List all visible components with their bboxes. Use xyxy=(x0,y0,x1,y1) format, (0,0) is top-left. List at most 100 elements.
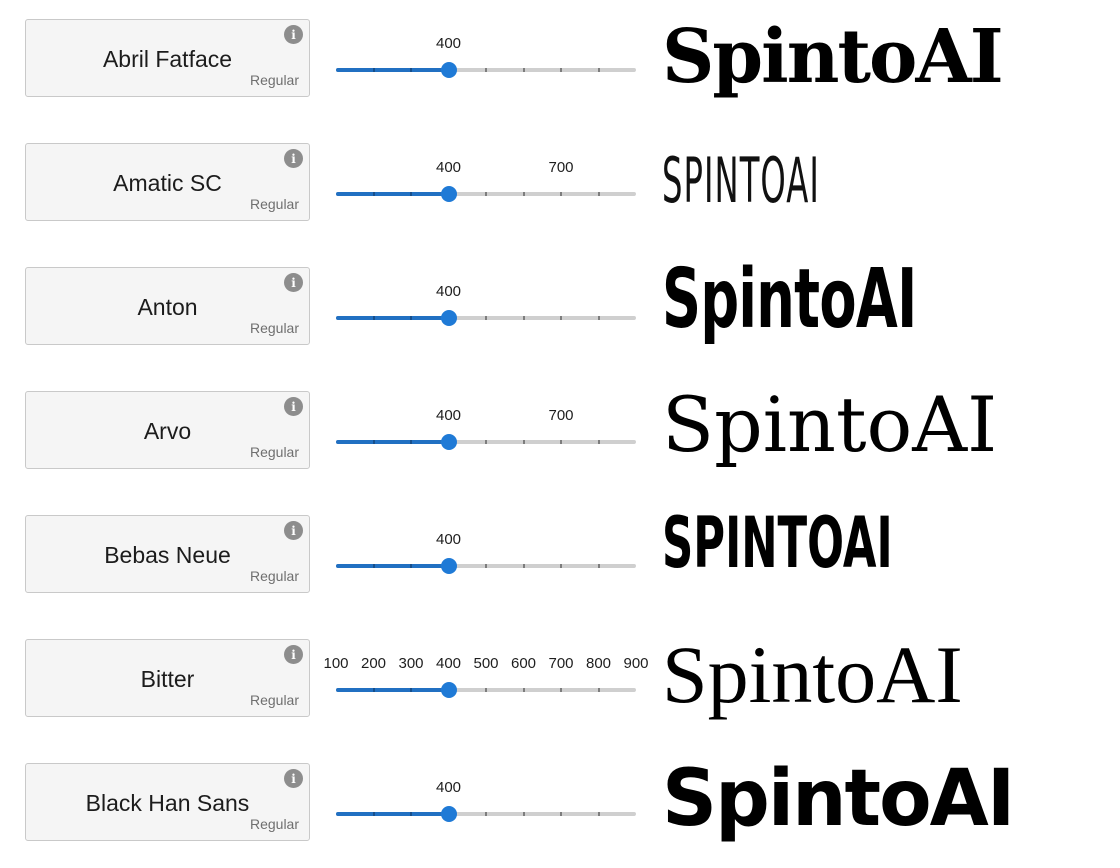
slider-tick xyxy=(410,688,412,692)
slider-track-fill xyxy=(336,192,449,196)
slider-track-fill xyxy=(336,440,449,444)
font-style-label: Regular xyxy=(249,568,299,584)
info-glyph: i xyxy=(291,151,296,166)
font-card[interactable]: i Abril Fatface Regular xyxy=(25,19,310,97)
weight-tick-label: 100 xyxy=(323,655,349,672)
slider-tick xyxy=(410,440,412,444)
slider-tick xyxy=(522,192,525,196)
font-name: Black Han Sans xyxy=(85,790,250,816)
info-glyph: i xyxy=(291,399,296,414)
font-card[interactable]: i Arvo Regular xyxy=(25,391,310,469)
font-style-label: Regular xyxy=(249,692,299,708)
info-glyph: i xyxy=(291,275,296,290)
font-style-label: Regular xyxy=(249,320,299,336)
slider-tick xyxy=(560,812,562,816)
slider-thumb[interactable] xyxy=(440,682,457,698)
weight-slider[interactable]: 400 xyxy=(336,531,636,581)
slider-tick xyxy=(485,812,487,816)
slider-thumb[interactable] xyxy=(440,310,457,326)
font-card[interactable]: i Amatic SC Regular xyxy=(25,143,310,221)
slider-thumb[interactable] xyxy=(440,62,457,78)
info-icon[interactable]: i xyxy=(284,769,303,788)
slider-tick xyxy=(597,440,600,444)
slider-tick xyxy=(372,316,375,320)
font-style-label: Regular xyxy=(249,444,299,460)
slider-tick xyxy=(522,688,525,692)
weight-tick-label: 800 xyxy=(585,655,612,672)
slider-tick xyxy=(560,564,562,568)
slider-tick xyxy=(522,564,525,568)
font-name: Bitter xyxy=(140,666,195,692)
slider-tick xyxy=(485,68,487,72)
weight-slider[interactable]: 400 700 xyxy=(336,159,636,209)
info-icon[interactable]: i xyxy=(284,397,303,416)
weight-tick-label: 400 xyxy=(435,35,462,52)
info-icon[interactable]: i xyxy=(284,645,303,664)
font-name: Abril Fatface xyxy=(102,46,233,72)
slider-thumb[interactable] xyxy=(440,434,457,450)
slider-track-fill xyxy=(336,316,449,320)
slider-tick xyxy=(372,812,375,816)
font-card[interactable]: i Anton Regular xyxy=(25,267,310,345)
weight-slider[interactable]: 100 200 300 400 500 600 700 800 900 xyxy=(323,655,649,705)
slider-tick xyxy=(560,316,562,320)
slider-tick xyxy=(522,440,525,444)
weight-tick-label: 600 xyxy=(510,655,537,672)
font-card[interactable]: i Black Han Sans Regular xyxy=(25,763,310,841)
info-icon[interactable]: i xyxy=(284,149,303,168)
slider-tick xyxy=(522,68,525,72)
slider-thumb[interactable] xyxy=(440,558,457,574)
weight-tick-label: 500 xyxy=(473,655,499,672)
info-icon[interactable]: i xyxy=(284,273,303,292)
weight-slider[interactable]: 400 xyxy=(336,283,636,333)
weight-tick-label: 400 xyxy=(435,779,462,796)
slider-tick xyxy=(560,68,562,72)
weight-slider[interactable]: 400 xyxy=(336,779,636,829)
font-style-label: Regular xyxy=(249,196,299,212)
weight-slider[interactable]: 400 xyxy=(336,35,636,85)
info-icon[interactable]: i xyxy=(284,25,303,44)
slider-tick xyxy=(485,688,487,692)
slider-tick xyxy=(410,812,412,816)
weight-tick-label: 700 xyxy=(548,407,574,424)
slider-tick xyxy=(560,440,562,444)
font-preview-text: SPINTOAI xyxy=(662,502,893,584)
weight-tick-label: 300 xyxy=(398,655,424,672)
font-card[interactable]: i Bebas Neue Regular xyxy=(25,515,310,593)
slider-tick xyxy=(485,316,487,320)
slider-track-fill xyxy=(336,68,449,72)
weight-tick-label: 400 xyxy=(435,159,462,176)
font-style-label: Regular xyxy=(249,816,299,832)
info-glyph: i xyxy=(291,771,296,786)
slider-tick xyxy=(372,192,375,196)
font-preview-text: SpintoAI xyxy=(662,629,963,720)
slider-tick xyxy=(597,316,600,320)
font-card[interactable]: i Bitter Regular xyxy=(25,639,310,717)
slider-tick xyxy=(410,316,412,320)
weight-tick-label: 400 xyxy=(435,531,462,548)
font-row: i Bitter Regular 100 200 300 400 500 600 700 800 90… xyxy=(0,620,1120,744)
slider-thumb[interactable] xyxy=(440,806,457,822)
font-preview-text: SpintoAI xyxy=(662,380,998,469)
info-glyph: i xyxy=(291,647,296,662)
slider-tick xyxy=(485,440,487,444)
font-row: i Black Han Sans Regular 400 SpintoAI xyxy=(0,744,1120,868)
slider-track-fill xyxy=(336,812,449,816)
slider-thumb[interactable] xyxy=(440,186,457,202)
weight-tick-label: 400 xyxy=(435,655,462,672)
slider-tick xyxy=(522,316,525,320)
slider-tick xyxy=(372,564,375,568)
font-preview-text: SpintoAI xyxy=(662,14,1004,100)
slider-tick xyxy=(485,564,487,568)
slider-tick xyxy=(372,68,375,72)
weight-tick-label: 700 xyxy=(548,159,574,176)
font-row: i Amatic SC Regular 400 700 SPINTOAI xyxy=(0,124,1120,248)
weight-tick-label: 700 xyxy=(548,655,574,672)
weight-slider[interactable]: 400 700 xyxy=(336,407,636,457)
slider-tick xyxy=(597,68,600,72)
weight-tick-label: 400 xyxy=(435,407,462,424)
slider-tick xyxy=(597,192,600,196)
info-icon[interactable]: i xyxy=(284,521,303,540)
slider-tick xyxy=(410,68,412,72)
font-row: i Abril Fatface Regular 400 SpintoAI xyxy=(0,0,1120,124)
